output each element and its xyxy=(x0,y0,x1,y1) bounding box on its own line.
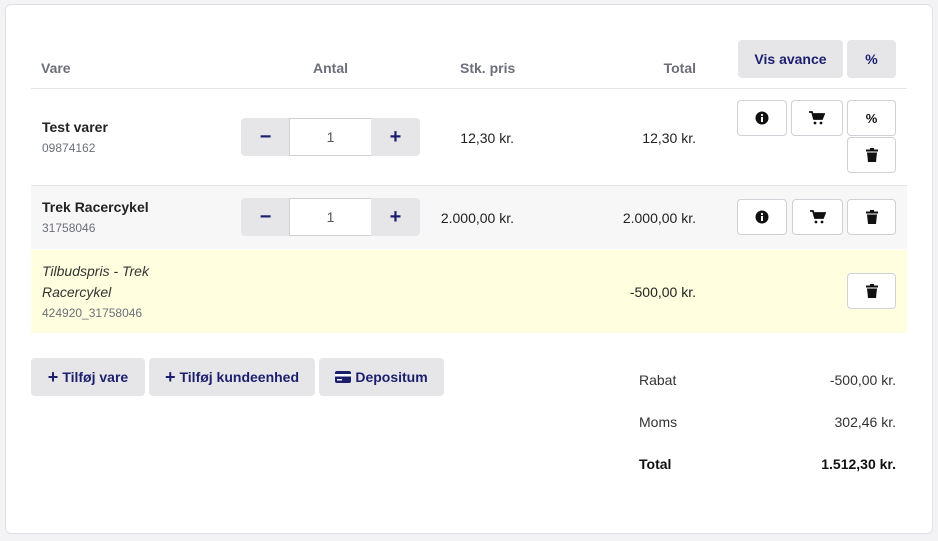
discount-sku: 424920_31758046 xyxy=(42,306,143,320)
credit-card-icon xyxy=(335,371,352,383)
info-button[interactable] xyxy=(737,100,787,136)
plus-icon: + xyxy=(47,366,59,387)
deposit-label: Depositum xyxy=(355,369,428,385)
item-sku: 09874162 xyxy=(42,141,96,155)
header-total: Total xyxy=(663,60,696,76)
delete-button[interactable] xyxy=(847,137,896,173)
discount-name-line2: Racercykel xyxy=(42,284,112,300)
show-margin-button[interactable]: Vis avance xyxy=(738,40,843,78)
trash-icon xyxy=(865,210,878,224)
item-sku: 31758046 xyxy=(42,221,96,235)
cart-button[interactable] xyxy=(792,199,843,235)
plus-icon: + xyxy=(164,366,176,387)
grand-total-value: 1.512,30 kr. xyxy=(821,456,896,472)
discount-row xyxy=(31,250,907,333)
trash-icon xyxy=(865,284,878,298)
cart-button[interactable] xyxy=(791,100,843,136)
add-customer-unit-button[interactable]: + Tilføj kundeenhed xyxy=(149,358,315,396)
delete-button[interactable] xyxy=(847,199,896,235)
trash-icon xyxy=(865,148,878,162)
add-item-button[interactable]: + Tilføj vare xyxy=(31,358,145,396)
grand-total-label: Total xyxy=(639,456,672,472)
unit-price: 12,30 kr. xyxy=(460,130,514,146)
quantity-stepper: − + xyxy=(241,198,420,236)
delete-discount-button[interactable] xyxy=(847,273,896,309)
quantity-input[interactable] xyxy=(289,198,372,236)
discount-total: -500,00 kr. xyxy=(629,284,696,300)
add-customer-unit-label: Tilføj kundeenhed xyxy=(179,369,300,385)
decrease-qty-button[interactable]: − xyxy=(241,118,290,156)
add-item-label: Tilføj vare xyxy=(62,369,129,385)
info-button[interactable] xyxy=(737,199,787,235)
percent-header-button[interactable]: % xyxy=(847,40,896,78)
info-icon xyxy=(755,210,769,224)
line-total: 2.000,00 kr. xyxy=(622,210,696,226)
item-name: Trek Racercykel xyxy=(42,199,149,215)
percent-discount-button[interactable]: % xyxy=(847,100,896,136)
header-divider xyxy=(31,88,907,89)
discount-summary-label: Rabat xyxy=(639,372,677,388)
cart-icon xyxy=(809,210,826,224)
vat-label: Moms xyxy=(639,414,678,430)
deposit-button[interactable]: Depositum xyxy=(319,358,444,396)
quantity-input[interactable] xyxy=(289,118,372,156)
discount-name-line1: Tilbudspris - Trek xyxy=(42,263,149,279)
info-icon xyxy=(755,111,769,125)
line-total: 12,30 kr. xyxy=(642,130,696,146)
header-item: Vare xyxy=(41,60,71,76)
quantity-stepper: − + xyxy=(241,118,420,156)
item-name: Test varer xyxy=(42,119,108,135)
decrease-qty-button[interactable]: − xyxy=(241,198,290,236)
header-qty: Antal xyxy=(313,60,348,76)
cart-icon xyxy=(809,111,825,125)
vat-value: 302,46 kr. xyxy=(834,414,897,430)
discount-summary-value: -500,00 kr. xyxy=(829,372,896,388)
unit-price: 2.000,00 kr. xyxy=(440,210,514,226)
header-unit-price: Stk. pris xyxy=(460,60,516,76)
